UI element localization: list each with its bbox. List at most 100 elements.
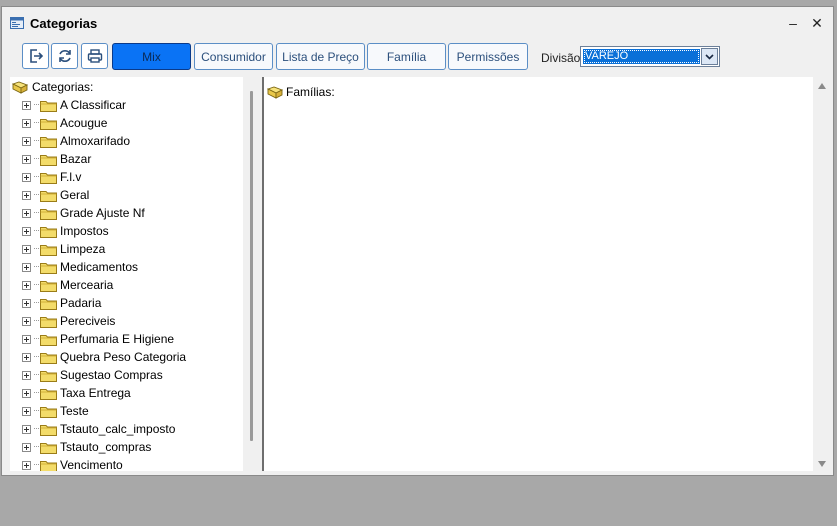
tree-scrollbar-thumb[interactable]	[250, 91, 253, 441]
tree-connector	[34, 374, 39, 376]
tree-item[interactable]: Almoxarifado	[22, 132, 130, 150]
expand-plus-icon[interactable]	[22, 424, 31, 434]
tree-item[interactable]: Perfumaria E Higiene	[22, 330, 174, 348]
tree-connector	[34, 302, 39, 304]
tree-item[interactable]: F.l.v	[22, 168, 81, 186]
tree-item[interactable]: Grade Ajuste Nf	[22, 204, 145, 222]
tree-connector	[34, 284, 39, 286]
folder-icon	[40, 136, 57, 148]
tree-connector	[34, 230, 39, 232]
tree-connector	[34, 122, 39, 124]
expand-plus-icon[interactable]	[22, 370, 31, 380]
folder-icon	[40, 298, 57, 310]
scroll-down-icon[interactable]	[818, 461, 826, 467]
expand-plus-icon[interactable]	[22, 298, 31, 308]
tree-item[interactable]: Quebra Peso Categoria	[22, 348, 186, 366]
tree-root-label: Categorias:	[32, 80, 94, 94]
tree-item[interactable]: Medicamentos	[22, 258, 138, 276]
expand-plus-icon[interactable]	[22, 136, 31, 146]
expand-plus-icon[interactable]	[22, 352, 31, 362]
tree-connector	[34, 338, 39, 340]
tree-item[interactable]: Sugestao Compras	[22, 366, 163, 384]
families-scrollbar[interactable]	[813, 77, 831, 471]
tab-familia[interactable]: Família	[367, 43, 446, 70]
tree-connector	[34, 104, 39, 106]
expand-plus-icon[interactable]	[22, 280, 31, 290]
tab-permissoes[interactable]: Permissões	[448, 43, 528, 70]
tree-item-label: Quebra Peso Categoria	[60, 350, 187, 364]
tree-item[interactable]: Tstauto_compras	[22, 438, 151, 456]
tree-item[interactable]: Acougue	[22, 114, 107, 132]
title-bar: Categorias – ✕	[2, 7, 833, 39]
expand-plus-icon[interactable]	[22, 316, 31, 326]
tree-root[interactable]: Categorias:	[12, 79, 93, 95]
division-label: Divisão	[541, 51, 581, 65]
close-button[interactable]: ✕	[808, 14, 826, 32]
expand-plus-icon[interactable]	[22, 244, 31, 254]
tree-connector	[34, 392, 39, 394]
tree-connector	[34, 266, 39, 268]
expand-plus-icon[interactable]	[22, 334, 31, 344]
refresh-icon	[58, 50, 71, 62]
families-root[interactable]: Famílias:	[267, 85, 335, 99]
families-panel[interactable]: Famílias:	[264, 77, 813, 471]
categories-tree[interactable]: Categorias: A Classificar Acougue Almoxari…	[10, 77, 262, 471]
tree-item-label: Vencimento	[60, 458, 123, 471]
folder-icon	[40, 208, 57, 220]
expand-plus-icon[interactable]	[22, 154, 31, 164]
expand-plus-icon[interactable]	[22, 226, 31, 236]
tab-consumidor[interactable]: Consumidor	[194, 43, 273, 70]
tree-connector	[34, 140, 39, 142]
expand-plus-icon[interactable]	[22, 262, 31, 272]
expand-plus-icon[interactable]	[22, 172, 31, 182]
window-app-icon	[10, 17, 24, 29]
expand-plus-icon[interactable]	[22, 388, 31, 398]
tree-connector	[34, 446, 39, 448]
exit-button[interactable]	[22, 43, 49, 69]
tree-item[interactable]: Mercearia	[22, 276, 113, 294]
tree-item-label: Almoxarifado	[60, 134, 131, 148]
tree-item[interactable]: Tstauto_calc_imposto	[22, 420, 175, 438]
folder-icon	[40, 244, 57, 256]
expand-plus-icon[interactable]	[22, 190, 31, 200]
tree-item-label: Grade Ajuste Nf	[60, 206, 145, 220]
tree-item[interactable]: Limpeza	[22, 240, 105, 258]
tree-item[interactable]: Vencimento	[22, 456, 123, 471]
tree-item-label: Impostos	[60, 224, 109, 238]
dropdown-arrow-button[interactable]	[701, 48, 718, 65]
tree-item[interactable]: Taxa Entrega	[22, 384, 131, 402]
tab-lista-de-preco[interactable]: Lista de Preço	[276, 43, 365, 70]
tree-item[interactable]: Bazar	[22, 150, 91, 168]
expand-plus-icon[interactable]	[22, 100, 31, 110]
expand-plus-icon[interactable]	[22, 118, 31, 128]
tree-connector	[34, 428, 39, 430]
tree-item-label: Pereciveis	[60, 314, 116, 328]
families-root-label: Famílias:	[286, 85, 335, 99]
minimize-button[interactable]: –	[784, 14, 802, 32]
folder-icon	[40, 424, 57, 436]
expand-plus-icon[interactable]	[22, 208, 31, 218]
folder-icon	[40, 388, 57, 400]
folder-icon	[40, 262, 57, 274]
refresh-button[interactable]	[51, 43, 78, 69]
tree-item[interactable]: Geral	[22, 186, 89, 204]
folder-icon	[40, 460, 57, 471]
folder-icon	[40, 154, 57, 166]
tree-item[interactable]: Impostos	[22, 222, 109, 240]
tree-item[interactable]: A Classificar	[22, 96, 126, 114]
division-select[interactable]: VAREJO	[580, 46, 720, 67]
folder-icon	[40, 280, 57, 292]
tree-item-label: Acougue	[60, 116, 108, 130]
tree-item[interactable]: Padaria	[22, 294, 101, 312]
tree-item[interactable]: Teste	[22, 402, 89, 420]
expand-plus-icon[interactable]	[22, 460, 31, 470]
expand-plus-icon[interactable]	[22, 442, 31, 452]
print-button[interactable]	[81, 43, 108, 69]
tree-item[interactable]: Pereciveis	[22, 312, 115, 330]
scroll-up-icon[interactable]	[818, 83, 826, 89]
tree-item-label: F.l.v	[60, 170, 82, 184]
tree-scrollbar[interactable]	[243, 77, 262, 471]
tab-mix[interactable]: Mix	[112, 43, 191, 70]
expand-plus-icon[interactable]	[22, 406, 31, 416]
tree-connector	[34, 320, 39, 322]
